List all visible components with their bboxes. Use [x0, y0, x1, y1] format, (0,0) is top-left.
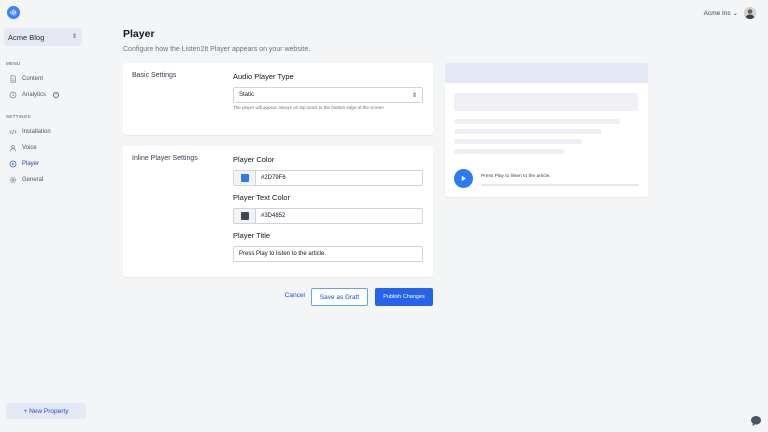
player-text-color-swatch-button[interactable]	[234, 209, 256, 223]
analytics-badge: +	[53, 92, 60, 98]
audio-player-type-help: The player will appear always on top stu…	[233, 105, 385, 110]
player-text-color-value: #3D4852	[261, 213, 286, 219]
basic-settings-label: Basic Settings	[132, 72, 177, 79]
play-circle-icon	[9, 160, 17, 168]
page-title: Player	[123, 28, 155, 40]
property-selector-label: Acme Blog	[8, 32, 45, 42]
chat-bubble-icon	[751, 416, 761, 426]
sidebar-item-player[interactable]: Player	[9, 159, 39, 169]
sidebar-item-label: General	[22, 177, 44, 183]
audio-player-type-label: Audio Player Type	[233, 72, 294, 81]
sidebar: Acme Blog ⇕ MENU Content Analytics + SET…	[0, 0, 110, 432]
preview-header-bar	[445, 63, 648, 83]
clock-icon	[9, 91, 17, 99]
sidebar-item-general[interactable]: General	[9, 175, 43, 185]
sidebar-item-label: Player	[22, 161, 40, 167]
sidebar-item-content[interactable]: Content	[9, 74, 43, 84]
player-title-label: Player Title	[233, 231, 271, 240]
inline-player-settings-label: Inline Player Settings	[132, 155, 198, 162]
document-icon	[10, 75, 16, 83]
audio-player-type-value: Static	[239, 92, 255, 98]
main-content: Acme Inc ⌄ Player Configure how the List…	[110, 0, 768, 432]
new-property-button[interactable]: + New Property	[6, 403, 86, 419]
publish-changes-button[interactable]: Publish Changes	[375, 288, 433, 306]
chat-support-icon[interactable]	[750, 414, 762, 426]
chevron-updown-icon: ⇕	[411, 92, 417, 99]
preview-player: Press Play to listen to the article.	[454, 169, 639, 189]
sidebar-item-label: Content	[22, 76, 44, 82]
user-icon	[10, 145, 16, 152]
avatar[interactable]	[744, 7, 756, 19]
soundwave-icon	[9, 9, 17, 16]
preview-player-title: Press Play to listen to the article.	[481, 174, 551, 179]
player-preview: Press Play to listen to the article.	[445, 63, 648, 197]
page-subtitle: Configure how the Listen2It Player appea…	[123, 46, 311, 53]
player-text-color-label: Player Text Color	[233, 193, 290, 202]
preview-player-progress-track[interactable]	[481, 184, 639, 186]
player-text-color-input[interactable]: #3D4852	[233, 208, 423, 224]
audio-player-type-select[interactable]: Static ⇕	[233, 87, 423, 103]
chevron-updown-icon: ⇕	[71, 34, 77, 40]
preview-skeleton-line	[454, 139, 582, 144]
basic-settings-card: Basic Settings Audio Player Type Static …	[123, 63, 433, 135]
sidebar-item-label: Voice	[22, 145, 37, 151]
player-color-label: Player Color	[233, 155, 275, 164]
preview-skeleton-line	[454, 149, 564, 154]
player-color-value: #2D79F6	[261, 175, 286, 181]
sidebar-item-analytics[interactable]: Analytics +	[9, 90, 60, 100]
player-text-color-swatch	[240, 212, 249, 220]
play-icon	[461, 175, 466, 182]
sidebar-item-installation[interactable]: Installation	[9, 127, 51, 137]
account-name: Acme Inc ⌄	[703, 10, 738, 17]
inline-player-settings-card: Inline Player Settings Player Color #2D7…	[123, 146, 433, 277]
form-actions: Cancel Save as Draft Publish Changes	[123, 288, 433, 306]
sidebar-item-label: Analytics	[22, 92, 47, 98]
preview-skeleton-block	[454, 93, 638, 111]
preview-play-button[interactable]	[454, 169, 473, 188]
gear-icon	[9, 176, 17, 184]
player-title-input[interactable]: Press Play to listen to the article.	[233, 246, 423, 262]
property-selector[interactable]: Acme Blog ⇕	[4, 28, 82, 46]
player-color-input[interactable]: #2D79F6	[233, 170, 423, 186]
save-draft-button[interactable]: Save as Draft	[311, 288, 368, 306]
player-color-swatch	[240, 174, 249, 182]
player-color-swatch-button[interactable]	[234, 171, 256, 185]
sidebar-item-voice[interactable]: Voice	[9, 143, 37, 153]
preview-skeleton-line	[454, 119, 620, 124]
user-avatar-icon	[744, 7, 756, 19]
sidebar-item-label: Installation	[22, 129, 51, 135]
settings-section-label: SETTINGS	[6, 114, 31, 119]
chevron-down-icon: ⌄	[732, 10, 738, 17]
menu-section-label: MENU	[6, 61, 21, 66]
app-logo-icon[interactable]	[7, 6, 20, 19]
cancel-button[interactable]: Cancel	[285, 292, 305, 299]
code-icon	[9, 129, 17, 135]
preview-skeleton-line	[454, 129, 602, 134]
account-menu[interactable]: Acme Inc ⌄	[704, 7, 756, 19]
